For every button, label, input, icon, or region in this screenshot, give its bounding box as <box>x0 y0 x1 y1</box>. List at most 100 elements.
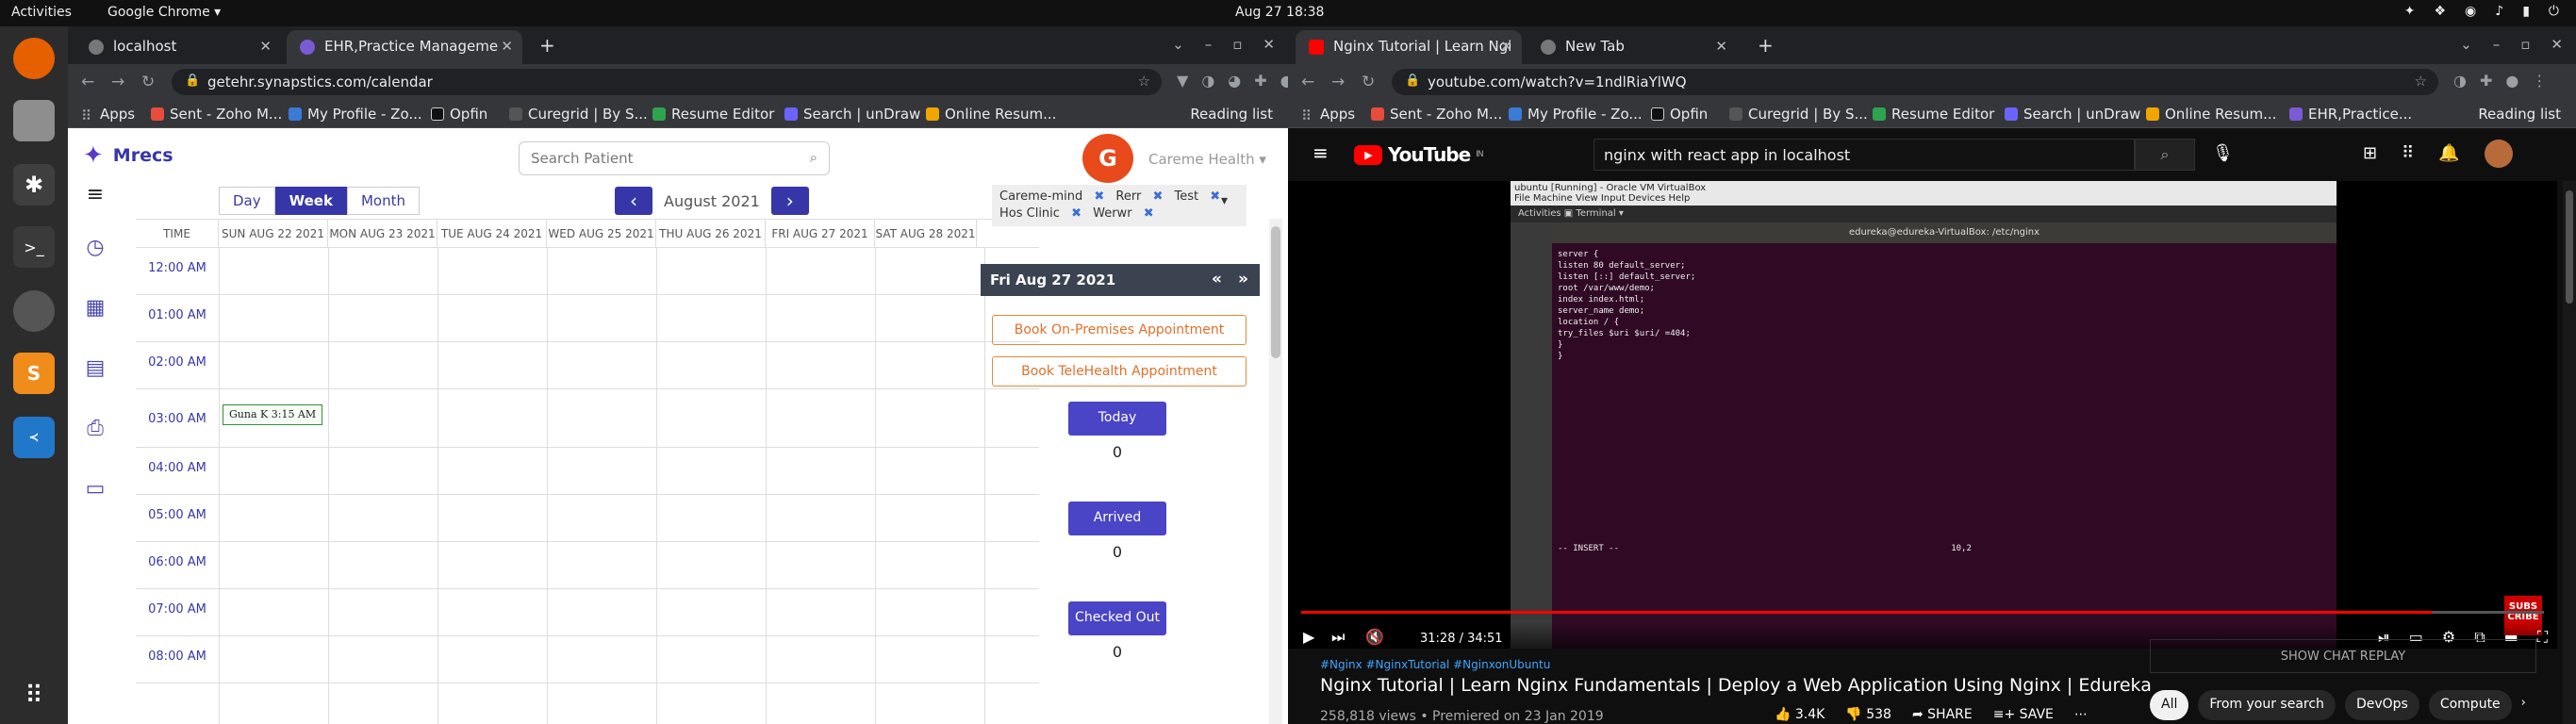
calendar-icon[interactable]: ▦ <box>79 296 111 328</box>
bookmark[interactable]: Sent - Zoho M... <box>1371 106 1502 123</box>
filter-chip[interactable]: Werwr ✖ <box>1093 206 1153 221</box>
month-view-button[interactable]: Month <box>346 187 420 215</box>
firefox-icon[interactable] <box>13 38 55 79</box>
filter-chip[interactable]: Rerr ✖ <box>1115 189 1163 204</box>
app-menu[interactable]: Google Chrome ▾ <box>107 5 221 20</box>
bookmark-apps[interactable]: ⠿ Apps <box>1301 106 1355 124</box>
chrome-icon[interactable] <box>13 290 55 332</box>
tab-youtube[interactable]: Nginx Tutorial | Learn Ngi ✕ <box>1296 30 1522 64</box>
minimize-icon[interactable]: – <box>2493 36 2501 53</box>
save-button[interactable]: ≡+ SAVE <box>1993 707 2054 722</box>
extension-icon[interactable]: ◑ <box>1201 72 1214 90</box>
appointment-event[interactable]: Guna K 3:15 AM <box>223 404 322 425</box>
youtube-search-input[interactable]: nginx with react app in localhost <box>1593 139 2135 171</box>
book-telehealth-button[interactable]: Book TeleHealth Appointment <box>992 356 1247 387</box>
extension-icon[interactable]: ◕ <box>1228 72 1241 90</box>
time-row[interactable]: 06:00 AM <box>136 542 1039 589</box>
progress-bar[interactable] <box>1301 611 2544 614</box>
stat-checkedout-button[interactable]: Checked Out <box>1068 601 1166 635</box>
bookmark[interactable]: Online Resum... <box>2146 106 2276 123</box>
book-onpremises-button[interactable]: Book On-Premises Appointment <box>992 315 1247 345</box>
mute-icon[interactable]: 🔇 <box>1365 628 1384 646</box>
chip-compute[interactable]: Compute <box>2428 690 2512 720</box>
time-row[interactable]: 07:00 AM <box>136 589 1039 636</box>
chip-devops[interactable]: DevOps <box>2344 690 2419 720</box>
page-scrollbar[interactable] <box>2563 181 2576 724</box>
profile-avatar[interactable]: ● <box>1280 72 1288 90</box>
files-icon[interactable] <box>13 100 55 141</box>
activities-button[interactable]: Activities <box>11 5 72 20</box>
play-icon[interactable]: ▶ <box>1303 628 1314 646</box>
extension-icon[interactable]: ▼ <box>1177 72 1188 90</box>
search-icon[interactable]: ⌕ <box>2135 139 2195 171</box>
document-icon[interactable]: ▤ <box>79 356 111 388</box>
calendar-scrollbar[interactable] <box>1269 219 1282 724</box>
forward-icon[interactable]: → <box>1331 73 1345 91</box>
back-icon[interactable]: ← <box>1301 73 1314 91</box>
chip-all[interactable]: All <box>2150 690 2189 720</box>
system-tray[interactable]: ✦ ❖ ◉ ♪ ▮ ⏻ <box>2404 4 2559 19</box>
bookmark[interactable]: Sent - Zoho M... <box>151 106 282 123</box>
close-icon[interactable]: ✕ <box>1715 38 1727 55</box>
next-week-button[interactable]: › <box>770 187 809 215</box>
close-window-icon[interactable]: ✕ <box>2551 36 2563 53</box>
prev-week-button[interactable]: ‹ <box>615 187 652 215</box>
app-logo[interactable]: ✦ Mrecs <box>83 141 173 170</box>
stat-today-button[interactable]: Today <box>1068 402 1166 436</box>
tab-new[interactable]: New Tab ✕ <box>1527 30 1737 64</box>
tab-search-icon[interactable]: ⌄ <box>2460 36 2472 53</box>
bookmark[interactable]: EHR,Practice... <box>2289 106 2412 123</box>
time-row[interactable]: 08:00 AM <box>136 636 1039 683</box>
video-hashtags[interactable]: #Nginx #NginxTutorial #NginxonUbuntu <box>1320 658 1550 671</box>
puzzle-icon[interactable]: ✚ <box>2480 72 2492 90</box>
sublime-icon[interactable]: S <box>13 353 55 394</box>
extension-icon[interactable]: ◑ <box>2453 72 2467 90</box>
chip-from-search[interactable]: From your search <box>2198 690 2336 720</box>
minimize-icon[interactable]: – <box>1205 36 1213 53</box>
bookmark[interactable]: Resume Editor <box>1873 106 1994 123</box>
apps-icon[interactable]: ⠿ <box>2402 143 2414 168</box>
menu-icon[interactable]: ⋮ <box>2532 72 2547 90</box>
bookmark[interactable]: Opfin <box>1651 106 1708 123</box>
microphone-icon[interactable]: 🎙 <box>2212 143 2234 163</box>
bookmark[interactable]: Search | unDraw <box>784 106 920 123</box>
prev-day-icon[interactable]: « <box>1212 270 1222 288</box>
bookmark[interactable]: Curegrid | By S... <box>509 106 648 123</box>
chevron-down-icon[interactable]: ▾ <box>1221 192 1228 209</box>
star-icon[interactable]: ☆ <box>1138 73 1150 90</box>
bookmark[interactable]: Resume Editor <box>652 106 774 123</box>
chat-icon[interactable]: ▭ <box>79 477 111 509</box>
create-icon[interactable]: ⊞ <box>2363 143 2377 168</box>
close-window-icon[interactable]: ✕ <box>1263 36 1275 53</box>
show-apps-icon[interactable]: ⠿ <box>13 675 55 716</box>
org-dropdown[interactable]: Careme Health ▾ <box>1148 151 1266 168</box>
share-button[interactable]: ➦ SHARE <box>1912 707 1973 722</box>
avatar[interactable] <box>2484 140 2513 168</box>
filter-chip[interactable]: Test ✖ <box>1175 189 1221 204</box>
address-bar[interactable]: 🔒 youtube.com/watch?v=1ndlRiaYlWQ ☆ <box>1392 69 2438 95</box>
profile-avatar[interactable]: ● <box>2505 72 2518 90</box>
tab-search-icon[interactable]: ⌄ <box>1172 36 1184 53</box>
hamburger-icon[interactable]: ≡ <box>79 183 111 215</box>
dislike-button[interactable]: 👎 538 <box>1845 707 1891 722</box>
bookmark[interactable]: Search | unDraw <box>2005 106 2140 123</box>
hamburger-icon[interactable]: ≡ <box>1313 141 1329 164</box>
back-icon[interactable]: ← <box>81 73 94 91</box>
close-icon[interactable]: ✕ <box>1500 38 1512 55</box>
search-icon[interactable]: ⌕ <box>810 149 817 166</box>
time-row[interactable]: 01:00 AM <box>136 295 1039 342</box>
reading-list[interactable]: Reading list <box>1190 106 1273 123</box>
history-icon[interactable]: ◷ <box>79 236 111 268</box>
bookmark[interactable]: My Profile - Zo... <box>1509 106 1643 123</box>
puzzle-icon[interactable]: ✚ <box>1254 72 1266 90</box>
chevron-right-icon[interactable]: › <box>2521 690 2526 720</box>
new-tab-button[interactable]: + <box>1758 34 1774 57</box>
star-icon[interactable]: ☆ <box>2415 73 2427 90</box>
day-view-button[interactable]: Day <box>219 187 275 215</box>
tab-ehr[interactable]: EHR,Practice Manageme ✕ <box>287 30 522 64</box>
filter-chip[interactable]: Hos Clinic ✖ <box>999 206 1082 221</box>
bookmark[interactable]: My Profile - Zo... <box>289 106 422 123</box>
forward-icon[interactable]: → <box>111 73 124 91</box>
time-row[interactable]: 05:00 AM <box>136 495 1039 542</box>
bookmark-apps[interactable]: ⠿ Apps <box>81 106 135 124</box>
